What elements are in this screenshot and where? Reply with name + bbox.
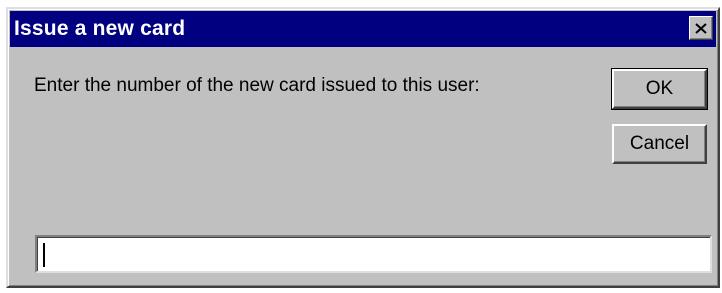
text-caret	[43, 243, 45, 267]
dialog-window: Issue a new card Enter the number of the…	[6, 7, 720, 288]
prompt-label: Enter the number of the new card issued …	[34, 75, 480, 96]
close-icon	[695, 22, 707, 34]
window-title: Issue a new card	[14, 17, 186, 40]
card-number-input[interactable]	[35, 235, 712, 273]
close-button[interactable]	[689, 16, 713, 40]
ok-button[interactable]: OK	[611, 68, 708, 110]
title-bar[interactable]: Issue a new card	[10, 11, 716, 47]
cancel-button[interactable]: Cancel	[612, 124, 707, 164]
